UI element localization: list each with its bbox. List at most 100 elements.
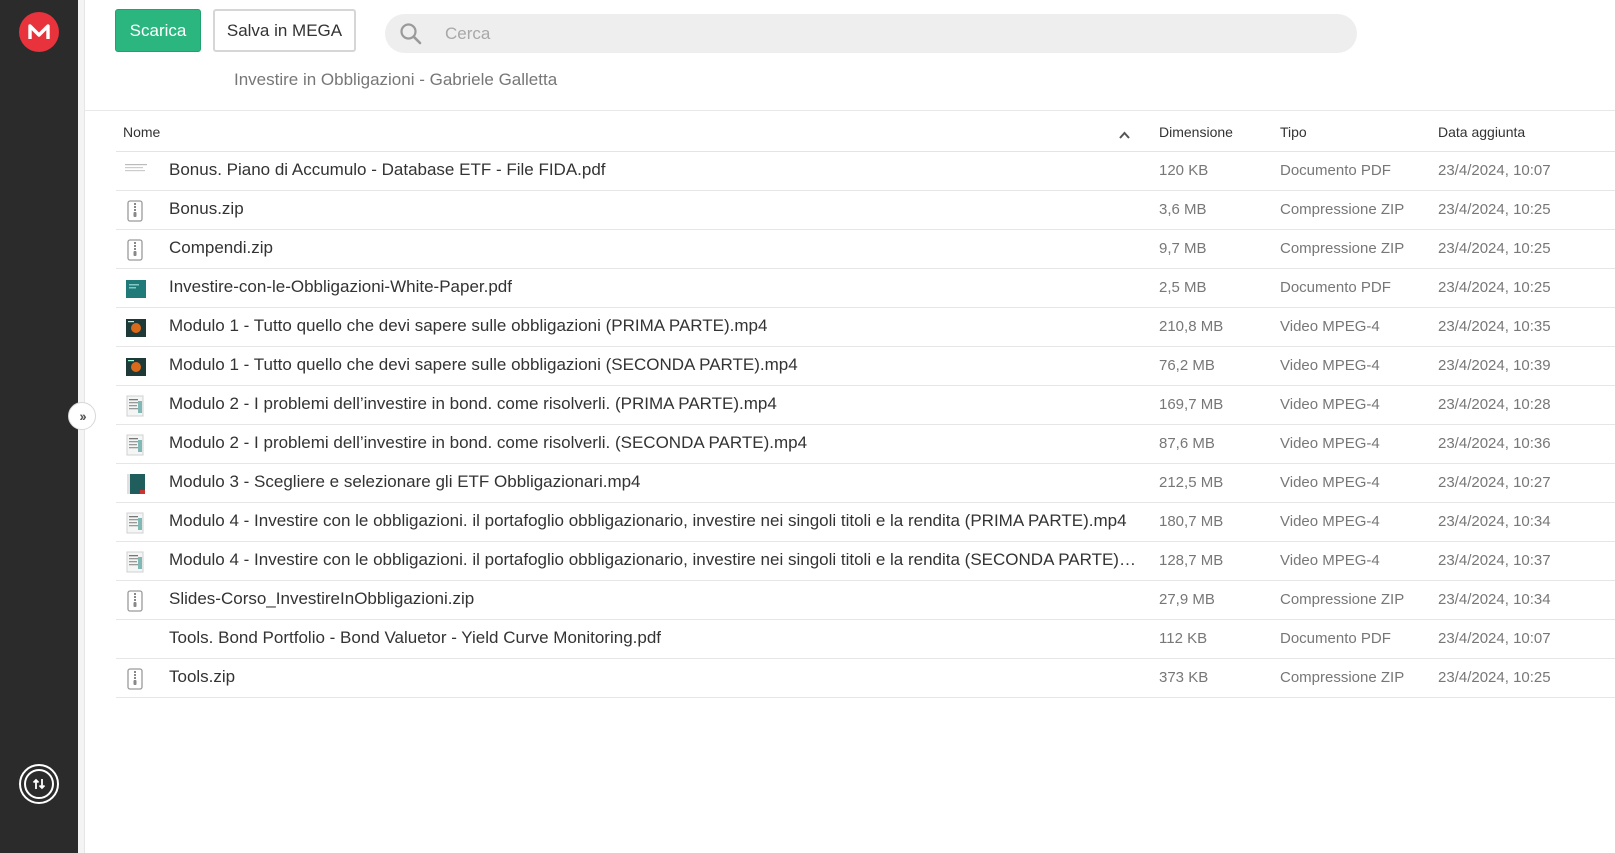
video-thumbnail-icon (125, 434, 145, 456)
table-row[interactable]: Modulo 3 - Scegliere e selezionare gli E… (116, 464, 1615, 503)
video-thumbnail-icon (125, 395, 145, 417)
file-date: 23/4/2024, 10:35 (1438, 318, 1551, 335)
file-date: 23/4/2024, 10:37 (1438, 552, 1551, 569)
file-name[interactable]: Modulo 1 - Tutto quello che devi sapere … (169, 316, 767, 336)
file-date: 23/4/2024, 10:25 (1438, 240, 1551, 257)
expand-sidebar-button[interactable]: ›› (68, 402, 96, 430)
table-row[interactable]: Tools. Bond Portfolio - Bond Valuetor - … (116, 620, 1615, 659)
file-name[interactable]: Modulo 2 - I problemi dell’investire in … (169, 394, 777, 414)
file-size: 27,9 MB (1159, 591, 1215, 608)
blank-icon (125, 629, 145, 649)
file-name[interactable]: Modulo 4 - Investire con le obbligazioni… (169, 511, 1127, 531)
file-type: Compressione ZIP (1280, 201, 1405, 218)
file-size: 2,5 MB (1159, 279, 1207, 296)
file-type: Video MPEG-4 (1280, 318, 1380, 335)
file-date: 23/4/2024, 10:39 (1438, 357, 1551, 374)
table-row[interactable]: Modulo 4 - Investire con le obbligazioni… (116, 542, 1615, 581)
column-header-size[interactable]: Dimensione (1159, 124, 1233, 140)
file-type: Documento PDF (1280, 279, 1391, 296)
file-date: 23/4/2024, 10:27 (1438, 474, 1551, 491)
file-name[interactable]: Bonus.zip (169, 199, 244, 219)
file-date: 23/4/2024, 10:28 (1438, 396, 1551, 413)
file-date: 23/4/2024, 10:07 (1438, 162, 1551, 179)
double-chevron-right-icon: ›› (79, 408, 86, 424)
mega-logo-icon[interactable] (19, 12, 59, 52)
file-date: 23/4/2024, 10:07 (1438, 630, 1551, 647)
file-size: 180,7 MB (1159, 513, 1224, 530)
file-name[interactable]: Tools. Bond Portfolio - Bond Valuetor - … (169, 628, 661, 648)
table-row[interactable]: Compendi.zip 9,7 MB Compressione ZIP 23/4/2… (116, 230, 1615, 269)
video-thumbnail-icon (125, 551, 145, 573)
divider (85, 110, 1615, 111)
file-size: 120 KB (1159, 162, 1209, 179)
sidebar (0, 0, 78, 853)
file-name[interactable]: Investire-con-le-Obbligazioni-White-Pape… (169, 277, 512, 297)
table-row[interactable]: Bonus.zip 3,6 MB Compressione ZIP 23/4/2024… (116, 191, 1615, 230)
file-date: 23/4/2024, 10:36 (1438, 435, 1551, 452)
table-row[interactable]: Investire-con-le-Obbligazioni-White-Pape… (116, 269, 1615, 308)
folder-title: Investire in Obbligazioni - Gabriele Gal… (234, 70, 558, 89)
table-row[interactable]: Modulo 1 - Tutto quello che devi sapere … (116, 308, 1615, 347)
search-bar[interactable] (385, 14, 1357, 53)
file-type: Documento PDF (1280, 162, 1391, 179)
video-thumbnail-icon (125, 512, 145, 534)
transfer-arrows-icon (24, 769, 54, 799)
file-type: Video MPEG-4 (1280, 474, 1380, 491)
file-size: 3,6 MB (1159, 201, 1207, 218)
file-date: 23/4/2024, 10:34 (1438, 591, 1551, 608)
file-name[interactable]: Slides-Corso_InvestireInObbligazioni.zip (169, 589, 474, 609)
table-row[interactable]: Modulo 1 - Tutto quello che devi sapere … (116, 347, 1615, 386)
file-size: 373 KB (1159, 669, 1209, 686)
file-name[interactable]: Modulo 4 - Investire con le obbligazioni… (169, 550, 1139, 570)
file-size: 210,8 MB (1159, 318, 1224, 335)
table-row[interactable]: Modulo 2 - I problemi dell’investire in … (116, 425, 1615, 464)
file-list: Bonus. Piano di Accumulo - Database ETF … (116, 152, 1615, 698)
zip-icon (125, 590, 145, 612)
table-row[interactable]: Modulo 4 - Investire con le obbligazioni… (116, 503, 1615, 542)
table-row[interactable]: Tools.zip 373 KB Compressione ZIP 23/4/2024… (116, 659, 1615, 698)
file-type: Video MPEG-4 (1280, 396, 1380, 413)
table-row[interactable]: Slides-Corso_InvestireInObbligazioni.zip… (116, 581, 1615, 620)
file-table: Nome Dimensione Tipo Data aggiunta Bonus… (116, 112, 1615, 698)
file-name[interactable]: Compendi.zip (169, 238, 273, 258)
column-header-name[interactable]: Nome (123, 124, 160, 140)
file-date: 23/4/2024, 10:25 (1438, 669, 1551, 686)
column-header-date[interactable]: Data aggiunta (1438, 124, 1525, 140)
file-type: Video MPEG-4 (1280, 435, 1380, 452)
zip-icon (125, 200, 145, 222)
file-type: Video MPEG-4 (1280, 513, 1380, 530)
video-thumbnail-icon (125, 356, 146, 376)
zip-icon (125, 239, 145, 261)
transfers-button[interactable] (19, 764, 59, 804)
file-date: 23/4/2024, 10:25 (1438, 201, 1551, 218)
file-type: Documento PDF (1280, 630, 1391, 647)
file-name[interactable]: Modulo 3 - Scegliere e selezionare gli E… (169, 472, 641, 492)
search-input[interactable] (445, 23, 1245, 44)
file-type: Compressione ZIP (1280, 240, 1405, 257)
file-type: Video MPEG-4 (1280, 357, 1380, 374)
file-size: 128,7 MB (1159, 552, 1224, 569)
table-row[interactable]: Modulo 2 - I problemi dell’investire in … (116, 386, 1615, 425)
file-size: 76,2 MB (1159, 357, 1215, 374)
file-date: 23/4/2024, 10:34 (1438, 513, 1551, 530)
zip-icon (125, 668, 145, 690)
file-type: Compressione ZIP (1280, 669, 1405, 686)
file-name[interactable]: Tools.zip (169, 667, 235, 687)
download-button[interactable]: Scarica (115, 9, 201, 52)
sort-ascending-icon[interactable] (1119, 126, 1130, 142)
file-size: 87,6 MB (1159, 435, 1215, 452)
file-size: 169,7 MB (1159, 396, 1224, 413)
video-thumbnail-icon (125, 473, 145, 494)
file-name[interactable]: Bonus. Piano di Accumulo - Database ETF … (169, 160, 606, 180)
video-thumbnail-icon (125, 317, 146, 337)
search-icon (399, 22, 423, 46)
file-type: Video MPEG-4 (1280, 552, 1380, 569)
file-type: Compressione ZIP (1280, 591, 1405, 608)
file-name[interactable]: Modulo 2 - I problemi dell’investire in … (169, 433, 807, 453)
table-header: Nome Dimensione Tipo Data aggiunta (116, 112, 1615, 152)
file-size: 212,5 MB (1159, 474, 1224, 491)
table-row[interactable]: Bonus. Piano di Accumulo - Database ETF … (116, 152, 1615, 191)
column-header-type[interactable]: Tipo (1280, 124, 1307, 140)
file-name[interactable]: Modulo 1 - Tutto quello che devi sapere … (169, 355, 798, 375)
save-to-mega-button[interactable]: Salva in MEGA (213, 9, 356, 52)
